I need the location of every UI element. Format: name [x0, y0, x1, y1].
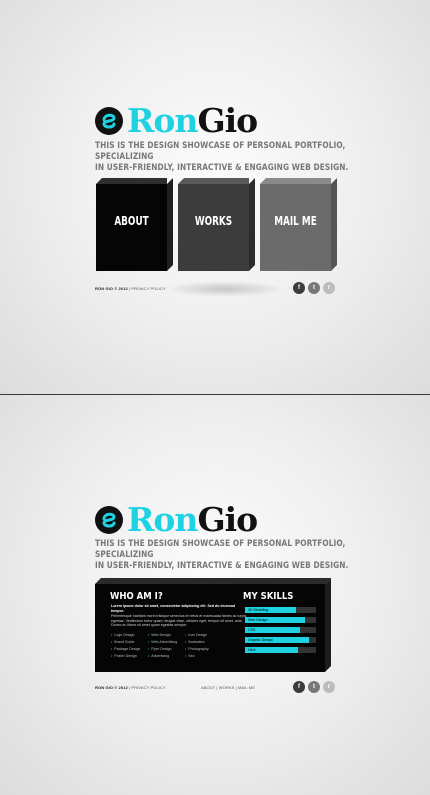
logo[interactable]: RonGio	[95, 101, 258, 140]
footer-about-link[interactable]: ABOUT	[201, 685, 215, 690]
service-item: Flyer Design	[148, 647, 171, 651]
skill-bar: CSS	[245, 627, 316, 633]
facebook-icon[interactable]: f	[293, 282, 305, 294]
who-body: Pellentesque habitant morbi tristique se…	[111, 614, 247, 627]
skill-bar: Web Design	[245, 617, 316, 623]
skills-heading: MY SKILLS	[243, 591, 294, 602]
privacy-link[interactable]: PRIVACY POLICY	[131, 685, 165, 690]
facebook-icon[interactable]: f	[293, 681, 305, 693]
social-links: f t r	[293, 282, 335, 294]
service-item: Illustration	[185, 640, 204, 644]
tagline-2: THIS IS THE DESIGN SHOWCASE OF PERSONAL …	[95, 539, 349, 571]
who-lead: Lorem ipsum dolor sit amet, consectetur …	[111, 604, 236, 613]
logo-icon	[95, 107, 123, 135]
service-item: Logo Design	[111, 633, 134, 637]
site-name: RonGio	[127, 101, 258, 140]
rss-icon[interactable]: r	[323, 282, 335, 294]
service-item: Seo	[185, 654, 194, 658]
skill-bar: Html	[245, 647, 316, 653]
rss-icon[interactable]: r	[323, 681, 335, 693]
footer-2: RON GIO © 2012 | PRIVACY POLICY	[95, 685, 166, 690]
social-links-2: f t r	[293, 681, 335, 693]
nav-works-button[interactable]: WORKS	[178, 178, 255, 271]
footer-nav: ABOUT | WORKS | MAIL ME	[201, 685, 255, 690]
privacy-link[interactable]: PRIVACY POLICY	[131, 286, 165, 291]
skill-label: 3D Modeling	[248, 608, 269, 612]
service-item: Poster Design	[111, 654, 137, 658]
twitter-icon[interactable]: t	[308, 681, 320, 693]
service-item: Web Design	[148, 633, 171, 637]
service-item: Package Design	[111, 647, 140, 651]
skill-label: Graphic Design	[248, 638, 273, 642]
who-heading: WHO AM I?	[110, 591, 163, 602]
nav-works-label: WORKS	[194, 214, 233, 228]
footer: RON GIO © 2012 | PRIVACY POLICY	[95, 286, 166, 291]
nav-mail-button[interactable]: MAIL ME	[260, 178, 337, 271]
nav-about-label: ABOUT	[114, 214, 149, 228]
skill-label: Html	[248, 648, 256, 652]
skill-bar: 3D Modeling	[245, 607, 316, 613]
skill-label: Web Design	[248, 618, 268, 622]
service-item: Web Advertising	[148, 640, 177, 644]
logo-2[interactable]: RonGio	[95, 500, 258, 539]
logo-icon	[95, 506, 123, 534]
service-item: Brand Guide	[111, 640, 134, 644]
nav-about-button[interactable]: ABOUT	[96, 178, 173, 271]
nav-mail-label: MAIL ME	[274, 214, 317, 228]
service-item: Icon Design	[185, 633, 207, 637]
footer-mail-link[interactable]: MAIL ME	[238, 685, 255, 690]
service-item: Advertising	[148, 654, 169, 658]
skill-label: CSS	[248, 628, 256, 632]
skill-bar: Graphic Design	[245, 637, 316, 643]
footer-works-link[interactable]: WORKS	[219, 685, 235, 690]
site-name: RonGio	[127, 500, 258, 539]
tagline: THIS IS THE DESIGN SHOWCASE OF PERSONAL …	[95, 141, 349, 173]
service-item: Photography	[185, 647, 208, 651]
twitter-icon[interactable]: t	[308, 282, 320, 294]
boxes-shadow	[165, 281, 285, 297]
home-panel: RonGio THIS IS THE DESIGN SHOWCASE OF PE…	[0, 0, 430, 394]
